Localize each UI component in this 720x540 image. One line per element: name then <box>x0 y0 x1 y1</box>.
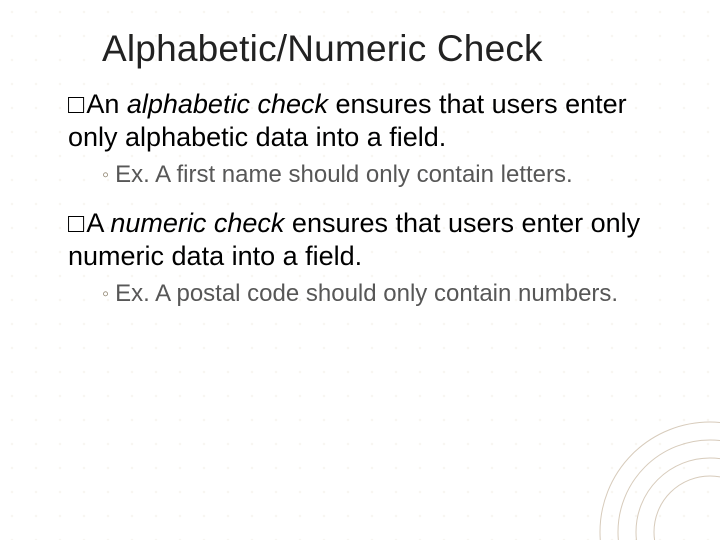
slide-body: □An alphabetic check ensures that users … <box>68 88 672 308</box>
ring-bullet-icon: ◦ <box>102 282 109 306</box>
ring-bullet-icon: ◦ <box>102 163 109 187</box>
bullet-1-term: alphabetic check <box>127 89 328 119</box>
bullet-2: □A numeric check ensures that users ente… <box>68 207 672 308</box>
bullet-2-text: □A numeric check ensures that users ente… <box>68 207 672 273</box>
bullet-1-text: □An alphabetic check ensures that users … <box>68 88 672 154</box>
slide: Alphabetic/Numeric Check □An alphabetic … <box>0 0 720 540</box>
bullet-1-sub-text: Ex. A first name should only contain let… <box>115 161 573 188</box>
bullet-2-sub: ◦Ex. A postal code should only contain n… <box>102 279 672 308</box>
corner-decoration-icon <box>560 410 720 540</box>
bullet-1-sub: ◦Ex. A first name should only contain le… <box>102 160 672 189</box>
bullet-2-prefix: A <box>86 208 110 238</box>
bullet-2-sub-text: Ex. A postal code should only contain nu… <box>115 280 618 307</box>
square-bullet-icon: □ <box>68 207 84 240</box>
square-bullet-icon: □ <box>68 88 84 121</box>
bullet-1: □An alphabetic check ensures that users … <box>68 88 672 189</box>
bullet-2-term: numeric check <box>110 208 284 238</box>
slide-title: Alphabetic/Numeric Check <box>102 28 676 70</box>
bullet-1-prefix: An <box>86 89 127 119</box>
